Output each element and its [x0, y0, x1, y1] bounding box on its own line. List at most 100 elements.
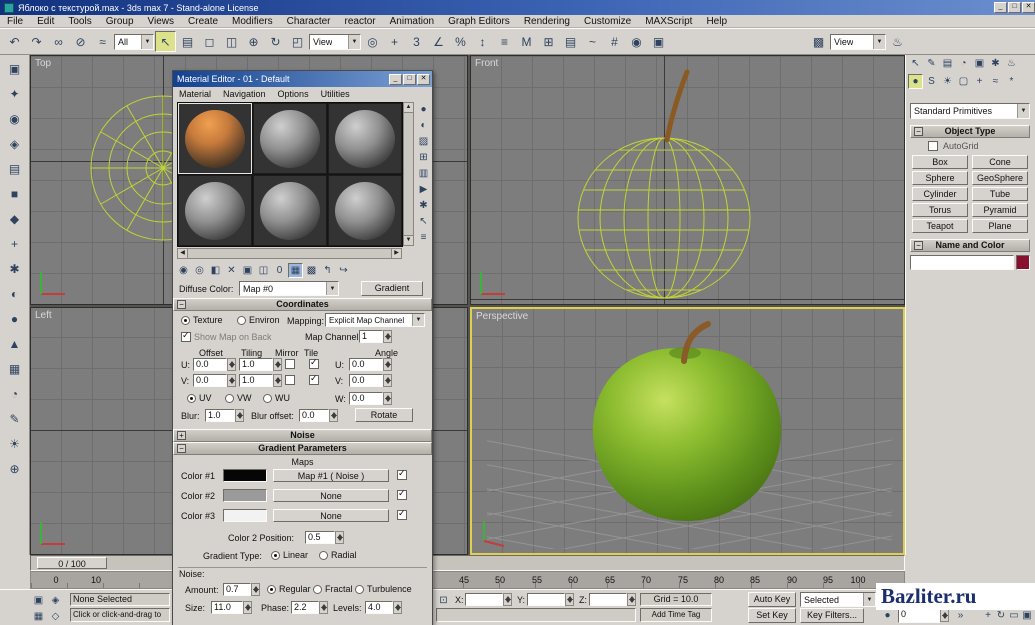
- z-spinner[interactable]: [627, 593, 636, 606]
- menu-file[interactable]: File: [0, 15, 30, 28]
- object-color-swatch[interactable]: [1016, 255, 1030, 270]
- reset-map-icon[interactable]: [224, 262, 239, 278]
- select-and-scale-icon[interactable]: [287, 31, 308, 52]
- menu-edit[interactable]: Edit: [30, 15, 61, 28]
- viewport-left-label[interactable]: Left: [35, 310, 52, 321]
- category-lights-icon[interactable]: [940, 74, 955, 89]
- viewport-front[interactable]: Front: [470, 55, 905, 305]
- menu-group[interactable]: Group: [99, 15, 141, 28]
- select-by-name-icon[interactable]: [177, 31, 198, 52]
- u-tile-checkbox[interactable]: [309, 357, 319, 369]
- vw-radio[interactable]: VW: [225, 393, 252, 403]
- material-slot-4[interactable]: [178, 175, 252, 246]
- material-slot-5[interactable]: [253, 175, 327, 246]
- pan-icon[interactable]: [982, 608, 994, 623]
- rotate-button[interactable]: Rotate: [355, 408, 413, 422]
- u-angle-field[interactable]: 0.0: [349, 358, 383, 371]
- category-shapes-icon[interactable]: [924, 74, 939, 89]
- mapping-dropdown[interactable]: Explicit Map Channel: [325, 313, 425, 327]
- maximize-icon[interactable]: □: [403, 73, 416, 85]
- regular-radio[interactable]: Regular: [267, 584, 311, 594]
- tab-display-icon[interactable]: [972, 56, 987, 71]
- blur-field[interactable]: 1.0: [205, 409, 235, 422]
- u-angle-spinner[interactable]: [383, 358, 392, 371]
- color3-map-button[interactable]: None: [273, 509, 389, 522]
- torus-button[interactable]: Torus: [912, 203, 968, 217]
- x-coordinate-field[interactable]: [465, 593, 503, 606]
- size-field[interactable]: 11.0: [211, 601, 243, 614]
- teapot-button[interactable]: Teapot: [912, 219, 968, 233]
- get-material-icon[interactable]: [176, 262, 191, 278]
- grid-toggle-icon[interactable]: [31, 609, 46, 624]
- shelf-icon-9[interactable]: [4, 258, 25, 279]
- blur-offset-spinner[interactable]: [329, 409, 338, 422]
- fractal-radio[interactable]: Fractal: [313, 584, 353, 594]
- material-slot-3[interactable]: [328, 103, 402, 174]
- u-tiling-spinner[interactable]: [273, 358, 282, 371]
- color2-position-spinner[interactable]: [335, 531, 344, 544]
- color1-map-enable-checkbox[interactable]: [397, 468, 407, 480]
- amount-spinner[interactable]: [251, 583, 260, 596]
- viewport-front-label[interactable]: Front: [475, 58, 498, 69]
- y-spinner[interactable]: [565, 593, 574, 606]
- shelf-icon-11[interactable]: [4, 308, 25, 329]
- put-to-library-icon[interactable]: [256, 262, 271, 278]
- chevron-down-icon[interactable]: [863, 593, 875, 606]
- show-end-result-icon[interactable]: [304, 262, 319, 278]
- color3-map-enable-checkbox[interactable]: [397, 508, 407, 520]
- shelf-icon-14[interactable]: [4, 383, 25, 404]
- color2-map-button[interactable]: None: [273, 489, 389, 502]
- tab-create-icon[interactable]: [908, 56, 923, 71]
- selection-filter-dropdown[interactable]: All: [114, 33, 154, 50]
- cylinder-button[interactable]: Cylinder: [912, 187, 968, 201]
- v-tile-checkbox[interactable]: [309, 373, 319, 385]
- menu-options[interactable]: Options: [272, 89, 315, 99]
- material-editor-dialog[interactable]: Material Editor - 01 - Default _ □ ✕ Mat…: [172, 70, 433, 625]
- spinner-snap-icon[interactable]: [472, 31, 493, 52]
- select-object-icon[interactable]: [155, 31, 176, 52]
- y-coordinate-field[interactable]: [527, 593, 565, 606]
- apple-wireframe-front[interactable]: [471, 56, 905, 305]
- cone-button[interactable]: Cone: [972, 155, 1028, 169]
- key-mode-toggle-icon[interactable]: [880, 608, 895, 623]
- menu-maxscript[interactable]: MAXScript: [638, 15, 699, 28]
- v-offset-field[interactable]: 0.0: [193, 374, 227, 387]
- object-name-field[interactable]: [910, 255, 1014, 270]
- arc-rotate-icon[interactable]: [995, 608, 1007, 623]
- material-editor-title-bar[interactable]: Material Editor - 01 - Default _ □ ✕: [173, 71, 432, 87]
- v-tiling-field[interactable]: 1.0: [239, 374, 273, 387]
- u-tiling-field[interactable]: 1.0: [239, 358, 273, 371]
- chevron-down-icon[interactable]: [326, 282, 338, 295]
- menu-help[interactable]: Help: [699, 15, 734, 28]
- schematic-view-icon[interactable]: [604, 31, 625, 52]
- snap-status-icon[interactable]: [48, 609, 63, 624]
- minimize-icon[interactable]: _: [994, 2, 1007, 13]
- select-and-manipulate-icon[interactable]: [384, 31, 405, 52]
- size-spinner[interactable]: [243, 601, 252, 614]
- chevron-down-icon[interactable]: [348, 34, 360, 49]
- material-id-channel-icon[interactable]: [272, 262, 287, 278]
- x-spinner[interactable]: [503, 593, 512, 606]
- sample-vertical-scrollbar[interactable]: ▲ ▼: [403, 102, 414, 246]
- put-material-icon[interactable]: [192, 262, 207, 278]
- map-channel-spinner[interactable]: [383, 330, 392, 343]
- v-offset-spinner[interactable]: [227, 374, 236, 387]
- quick-render-teapot-icon[interactable]: [887, 31, 908, 52]
- reference-coordinate-dropdown[interactable]: View: [309, 33, 361, 50]
- chevron-down-icon[interactable]: [1017, 104, 1029, 118]
- phase-spinner[interactable]: [319, 601, 328, 614]
- render-last-icon[interactable]: [808, 31, 829, 52]
- chevron-down-icon[interactable]: [873, 34, 885, 49]
- mirror-icon[interactable]: [516, 31, 537, 52]
- video-color-check-icon[interactable]: [416, 166, 431, 181]
- noise-rollout[interactable]: + Noise: [173, 429, 432, 442]
- time-slider[interactable]: 0 / 100: [30, 555, 905, 571]
- go-to-sibling-icon[interactable]: [336, 262, 351, 278]
- menu-graph-editors[interactable]: Graph Editors: [441, 15, 517, 28]
- sample-type-icon[interactable]: [416, 102, 431, 117]
- shelf-icon-4[interactable]: [4, 133, 25, 154]
- menu-navigation[interactable]: Navigation: [217, 89, 272, 99]
- frame-spinner[interactable]: [940, 609, 949, 622]
- assign-material-icon[interactable]: [208, 262, 223, 278]
- plane-button[interactable]: Plane: [972, 219, 1028, 233]
